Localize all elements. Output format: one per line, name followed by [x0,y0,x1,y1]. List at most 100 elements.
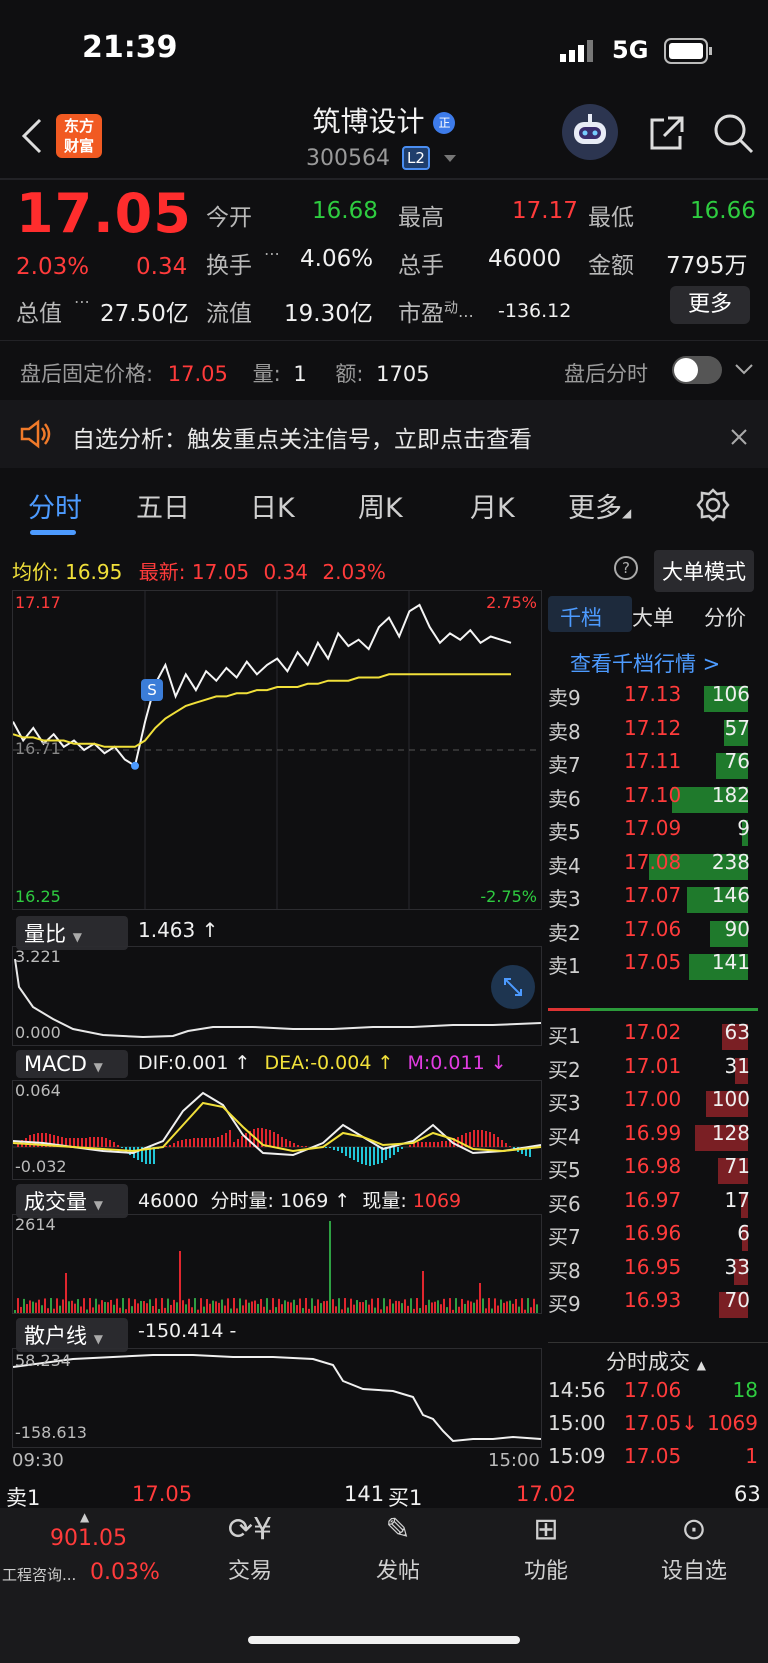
ask-row[interactable]: 卖1 17.05 141 [548,950,756,984]
volratio-value: 1.463 ↑ [138,918,219,942]
settings-icon[interactable] [696,488,730,526]
ask-label: 卖3 [548,887,581,911]
volume-bar [491,1308,493,1313]
big-order-mode-button[interactable]: 大单模式 [654,550,754,592]
info-icon[interactable]: ⋯ [458,306,474,325]
tick-price: 17.05 [624,1444,682,1468]
help-icon[interactable]: ? [614,556,638,580]
bid-row[interactable]: 买7 16.96 6 [548,1221,756,1255]
volume-bar [110,1299,112,1313]
tab-monthly-k[interactable]: 月K [470,486,515,525]
tab-weekly-k[interactable]: 周K [358,486,403,525]
macd-selector[interactable]: MACD ▼ [16,1050,128,1078]
bid-label: 买2 [548,1057,581,1082]
status-time: 21:39 [82,30,178,65]
high-label: 最高 [398,205,444,231]
robot-avatar-icon[interactable] [562,104,618,160]
ask-row[interactable]: 卖2 17.06 90 [548,917,756,951]
macd-bar [173,1143,175,1147]
macd-bar [345,1147,347,1156]
macd-bar [429,1142,431,1147]
volume-bar [350,1298,352,1313]
chevron-down-icon[interactable] [734,362,754,381]
ask-row[interactable]: 卖7 17.11 76 [548,749,756,783]
index-widget[interactable]: ▲ 901.05 工程咨询... 0.03% [0,1508,200,1612]
volume-bar [95,1298,97,1313]
chevron-down-icon[interactable] [442,150,458,169]
bid-row[interactable]: 买4 16.99 128 [548,1121,756,1155]
tab-daily-k[interactable]: 日K [250,486,295,525]
tab-more[interactable]: 更多◢ [568,486,631,525]
macd-bar [469,1132,471,1147]
share-icon[interactable] [646,114,686,158]
tab-intraday[interactable]: 分时 [28,486,82,525]
chg-value: 0.34 [263,560,308,584]
volume-bar [482,1298,484,1313]
orderbook-tab-price[interactable]: 分价 [704,602,746,632]
close-icon[interactable] [730,428,748,450]
volume-bar [506,1301,508,1313]
last-label: 最新: [138,560,186,584]
ask-row[interactable]: 卖9 17.13 106 [548,682,756,716]
notice-text[interactable]: 自选分析：触发重点关注信号，立即点击查看 [72,420,532,454]
home-indicator[interactable] [248,1636,520,1644]
intraday-chart[interactable]: S 17.17 16.71 16.25 2.75% -2.75% [12,590,542,910]
bid-price: 17.00 [624,1087,682,1111]
nav-trade[interactable]: ⟳¥ 交易 [190,1512,310,1585]
bid-row[interactable]: 买1 17.02 63 [548,1020,756,1054]
bid-row[interactable]: 买3 17.00 100 [548,1087,756,1121]
volume-bar [422,1271,424,1313]
nav-post[interactable]: ✎ 发帖 [338,1512,458,1585]
bid-row[interactable]: 买9 16.93 70 [548,1288,756,1322]
volume-bar [74,1303,76,1313]
ask-row[interactable]: 卖3 17.07 146 [548,883,756,917]
volume-bar [143,1301,145,1313]
macd-bar [117,1145,119,1147]
volume-bar [182,1300,184,1313]
bid-row[interactable]: 买5 16.98 71 [548,1154,756,1188]
expand-icon[interactable] [491,965,535,1009]
orderbook-tab-level[interactable]: 千档 [560,602,602,632]
macd-bar [29,1135,31,1147]
orderbook-link[interactable]: 查看千档行情 > [570,648,720,678]
bid-label: 买4 [548,1124,581,1149]
retail-selector[interactable]: 散户线 ▼ [16,1318,128,1352]
volratio-selector[interactable]: 量比 ▼ [16,916,128,950]
macd-bar [73,1138,75,1147]
ask-row[interactable]: 卖8 17.12 57 [548,716,756,750]
after-hours-toggle[interactable] [672,356,722,384]
tab-5day[interactable]: 五日 [136,486,190,525]
bid-row[interactable]: 买6 16.97 17 [548,1188,756,1222]
bid-row[interactable]: 买8 16.95 33 [548,1255,756,1289]
volume-bar [170,1304,172,1313]
bid-row[interactable]: 买2 17.01 31 [548,1054,756,1088]
bid-label: 买7 [548,1225,581,1249]
more-button[interactable]: 更多 [670,286,750,324]
bid-label: 买3 [548,1091,581,1115]
ask-row[interactable]: 卖4 17.08 238 [548,850,756,884]
turnover-label: 换手 [206,253,252,279]
nav-add-watchlist[interactable]: ⊙ 设自选 [634,1512,754,1585]
volume-bar [80,1306,82,1313]
info-icon[interactable]: ⋯ [264,244,280,263]
macd-bar [397,1147,399,1152]
sell-signal-marker[interactable]: S [141,679,163,701]
level-badge[interactable]: L2 [402,146,430,170]
orderbook-tab-big[interactable]: 大单 [632,602,674,632]
ask-row[interactable]: 卖6 17.10 182 [548,783,756,817]
macd-chart: 0.064 -0.032 [12,1080,542,1180]
volume-bar [428,1299,430,1313]
ask-row[interactable]: 卖5 17.09 9 [548,816,756,850]
macd-bar [269,1130,271,1147]
pct-bottom-label: -2.75% [480,887,537,906]
ticks-header[interactable]: 分时成交 ▲ [606,1346,706,1376]
macd-bar [105,1138,107,1147]
info-icon[interactable]: ⋯ [74,292,90,311]
macd-dea: DEA:-0.004 ↑ [264,1052,394,1074]
search-icon[interactable] [712,112,756,160]
nav-functions[interactable]: ⊞ 功能 [486,1512,606,1585]
volume-selector[interactable]: 成交量 ▼ [16,1184,128,1218]
volume-now: 1069 [412,1190,462,1212]
tick-row: 15:09 17.05 1 [548,1444,762,1476]
pct-top-label: 2.75% [486,593,537,612]
